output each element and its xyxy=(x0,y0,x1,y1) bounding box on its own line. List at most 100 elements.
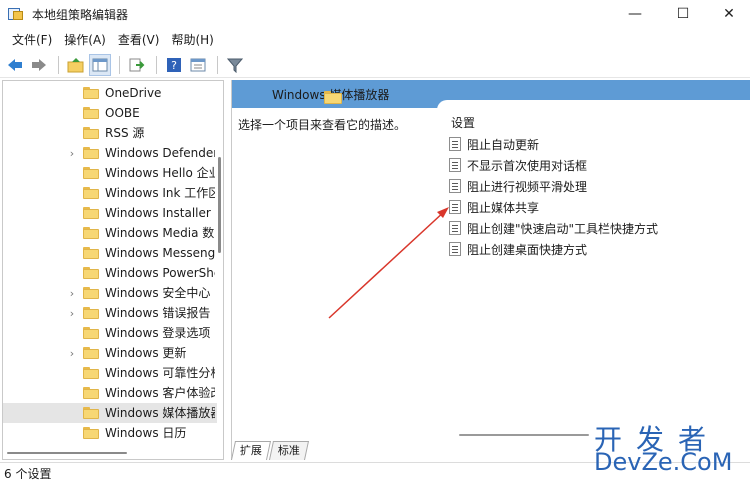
tree-item[interactable]: Windows Messenger xyxy=(3,243,217,263)
tree-item-label: Windows 媒体播放器 xyxy=(105,406,215,420)
minimize-button[interactable]: — xyxy=(612,0,658,28)
setting-item[interactable]: 阻止媒体共享 xyxy=(449,197,539,217)
menu-help[interactable]: 帮助(H) xyxy=(165,29,219,51)
setting-label: 阻止媒体共享 xyxy=(467,200,540,215)
setting-item[interactable]: 阻止自动更新 xyxy=(449,134,539,154)
folder-icon xyxy=(83,407,99,419)
folder-icon xyxy=(83,87,99,99)
tree-item[interactable]: Windows 媒体播放器 xyxy=(3,403,217,423)
toolbar: ? xyxy=(0,52,750,78)
watermark-line2: DevZe.CoM xyxy=(594,448,733,476)
tree-item[interactable]: Windows PowerShell xyxy=(3,263,217,283)
folder-icon xyxy=(83,287,99,299)
tab-standard-label: 标准 xyxy=(277,444,300,457)
setting-item[interactable]: 阻止创建"快速启动"工具栏快捷方式 xyxy=(449,218,658,238)
folder-icon xyxy=(83,247,99,259)
export-list-icon[interactable] xyxy=(126,54,148,76)
description-text: 选择一个项目来查看它的描述。 xyxy=(238,118,407,132)
folder-icon xyxy=(83,347,99,359)
column-header-setting[interactable]: 设置 xyxy=(451,114,475,131)
policy-setting-icon xyxy=(449,158,461,172)
folder-icon xyxy=(83,207,99,219)
tree-item[interactable]: › Windows Defender xyxy=(3,143,217,163)
menu-view[interactable]: 查看(V) xyxy=(112,29,166,51)
tree-item[interactable]: › Windows 更新 xyxy=(3,343,217,363)
folder-icon xyxy=(83,167,99,179)
tree-item-label: OneDrive xyxy=(105,86,162,100)
tree-item-label: RSS 源 xyxy=(105,126,145,140)
tree-item[interactable]: › Windows 错误报告 xyxy=(3,303,217,323)
tree-item[interactable]: Windows 日历 xyxy=(3,423,217,443)
tree-item[interactable]: Windows 登录选项 xyxy=(3,323,217,343)
folder-icon xyxy=(83,267,99,279)
tree-item-label: Windows 日历 xyxy=(105,426,187,440)
tree-item-label: Windows 更新 xyxy=(105,346,187,360)
tree-item[interactable]: Windows 可靠性分析 xyxy=(3,363,217,383)
tree-item[interactable]: › Windows 安全中心 xyxy=(3,283,217,303)
tree-item-label: Windows Ink 工作区 xyxy=(105,186,215,200)
view-tabs: 扩展 标准 xyxy=(230,440,310,460)
tree-item-label: Windows 安全中心 xyxy=(105,286,211,300)
forward-arrow-icon[interactable] xyxy=(28,54,50,76)
menu-action[interactable]: 操作(A) xyxy=(58,29,112,51)
up-folder-icon[interactable] xyxy=(65,54,87,76)
tab-extended[interactable]: 扩展 xyxy=(230,441,272,460)
tree-item-label: Windows Messenger xyxy=(105,246,215,260)
toolbar-separator xyxy=(119,55,120,74)
window-title: 本地组策略编辑器 xyxy=(32,7,129,22)
tree-item-label: Windows Media 数字权限管理 xyxy=(105,226,215,240)
menu-file[interactable]: 文件(F) xyxy=(6,29,58,51)
tree-item[interactable]: Windows 客户体验改善计划 xyxy=(3,383,217,403)
folder-icon xyxy=(83,367,99,379)
tree-item-label: Windows 登录选项 xyxy=(105,326,211,340)
maximize-button[interactable]: ☐ xyxy=(660,0,706,28)
tree-item-label: OOBE xyxy=(105,106,140,120)
description-panel: 选择一个项目来查看它的描述。 xyxy=(232,108,437,438)
back-arrow-icon[interactable] xyxy=(4,54,26,76)
tree-item-label: Windows Defender xyxy=(105,146,215,160)
tree-item[interactable]: OOBE xyxy=(3,103,217,123)
setting-label: 阻止自动更新 xyxy=(467,137,540,152)
expand-chevron-icon[interactable]: › xyxy=(67,343,77,363)
filter-icon[interactable] xyxy=(224,54,246,76)
expand-chevron-icon[interactable]: › xyxy=(67,303,77,323)
tree-item[interactable]: Windows Installer xyxy=(3,203,217,223)
properties-icon[interactable] xyxy=(187,54,209,76)
setting-label: 阻止进行视频平滑处理 xyxy=(467,179,588,194)
list-horizontal-scrollbar[interactable] xyxy=(459,434,589,436)
tree-item[interactable]: Windows Hello 企业版 xyxy=(3,163,217,183)
tab-standard[interactable]: 标准 xyxy=(268,441,310,460)
tree-item-label: Windows 客户体验改善计划 xyxy=(105,386,215,400)
policy-setting-icon xyxy=(449,200,461,214)
setting-item[interactable]: 不显示首次使用对话框 xyxy=(449,155,587,175)
folder-icon xyxy=(83,147,99,159)
folder-icon xyxy=(83,307,99,319)
setting-label: 阻止创建"快速启动"工具栏快捷方式 xyxy=(467,221,659,236)
expand-chevron-icon[interactable]: › xyxy=(67,283,77,303)
tree-item-label: Windows Installer xyxy=(105,206,211,220)
folder-icon xyxy=(83,227,99,239)
setting-label: 阻止创建桌面快捷方式 xyxy=(467,242,588,257)
folder-icon xyxy=(83,327,99,339)
policy-tree[interactable]: OneDrive OOBE RSS 源 › Windows Defender Window… xyxy=(2,80,224,460)
tree-horizontal-scrollbar[interactable] xyxy=(3,447,217,459)
tree-item[interactable]: RSS 源 xyxy=(3,123,217,143)
show-hide-tree-icon[interactable] xyxy=(89,53,111,76)
tree-item-label: Windows 可靠性分析 xyxy=(105,366,215,380)
help-icon[interactable]: ? xyxy=(163,54,185,76)
expand-chevron-icon[interactable]: › xyxy=(67,143,77,163)
menu-bar: 文件(F) 操作(A) 查看(V) 帮助(H) xyxy=(0,29,750,51)
title-bar: 本地组策略编辑器 — ☐ ✕ xyxy=(0,0,750,28)
toolbar-separator xyxy=(156,55,157,74)
tree-item[interactable]: Windows Media 数字权限管理 xyxy=(3,223,217,243)
policy-setting-icon xyxy=(449,242,461,256)
tree-item[interactable]: Windows Ink 工作区 xyxy=(3,183,217,203)
folder-icon xyxy=(83,187,99,199)
tree-item[interactable]: OneDrive xyxy=(3,83,217,103)
policy-setting-icon xyxy=(449,179,461,193)
setting-item[interactable]: 阻止创建桌面快捷方式 xyxy=(449,239,587,259)
folder-icon xyxy=(83,387,99,399)
folder-icon xyxy=(83,107,99,119)
setting-item[interactable]: 阻止进行视频平滑处理 xyxy=(449,176,587,196)
close-button[interactable]: ✕ xyxy=(706,0,750,28)
